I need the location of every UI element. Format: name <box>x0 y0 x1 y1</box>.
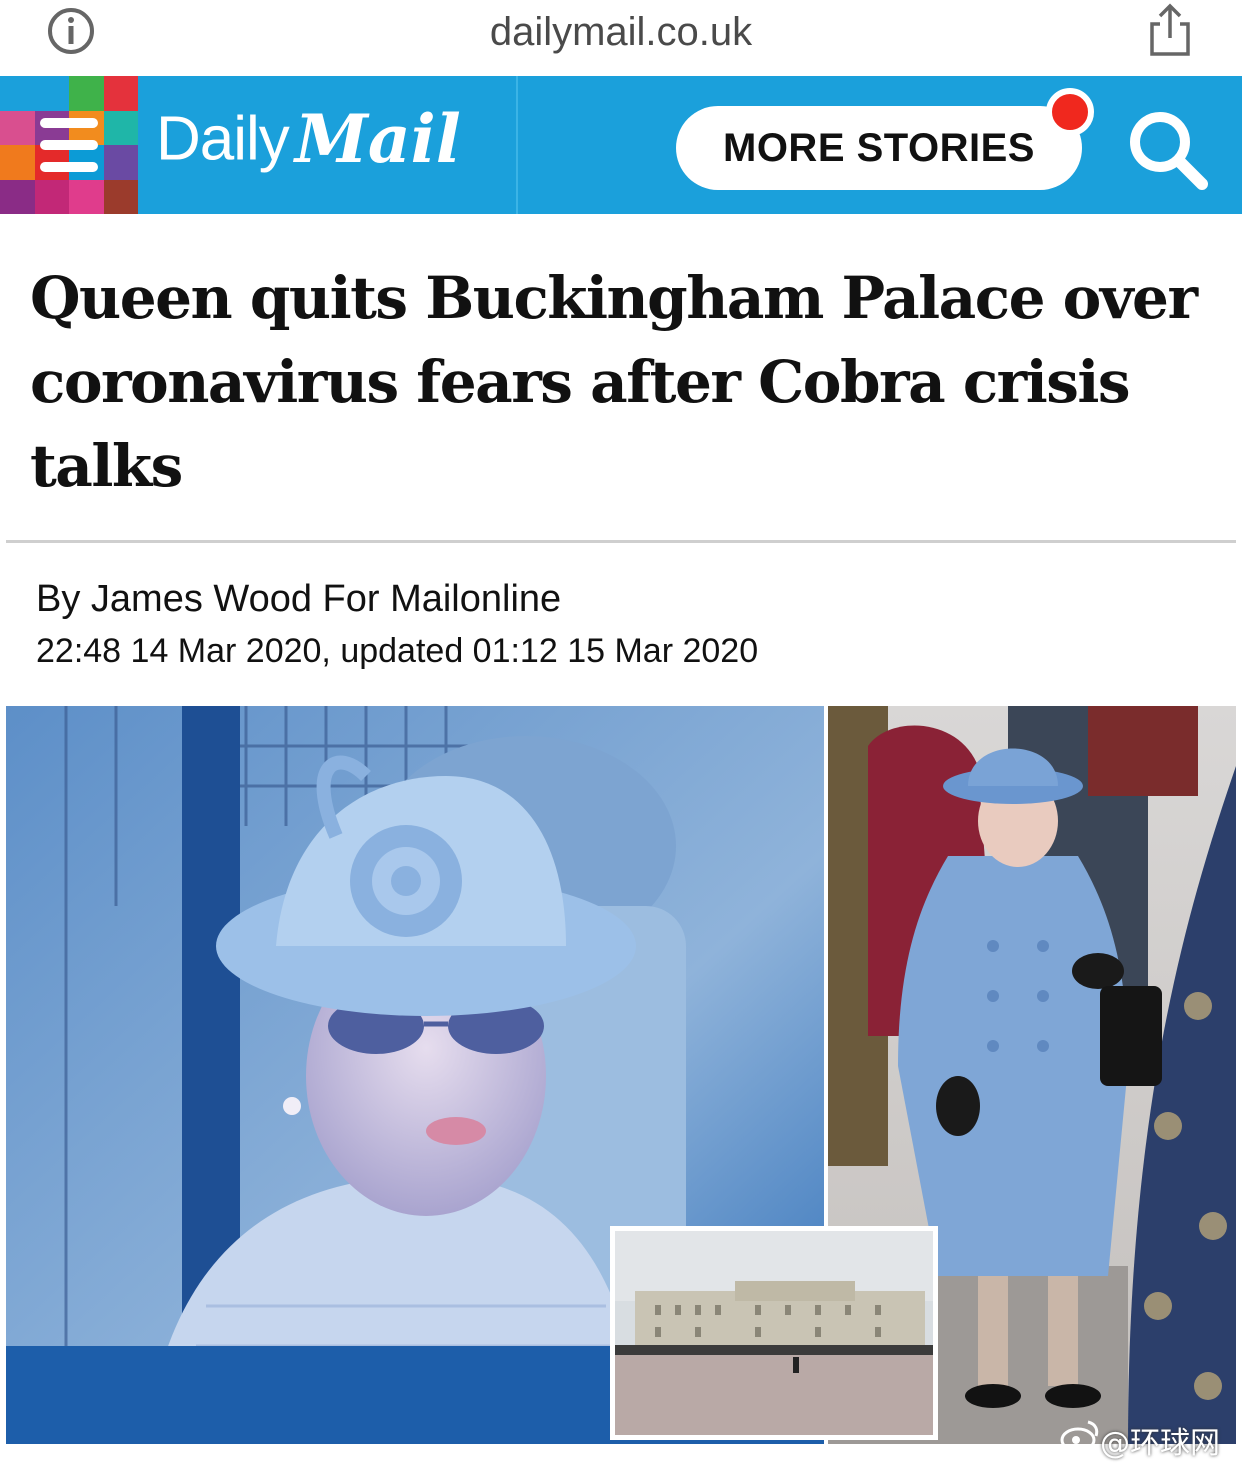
search-icon[interactable] <box>1124 106 1210 192</box>
logo-mail: Mail <box>294 100 461 178</box>
browser-address-bar: dailymail.co.uk <box>0 0 1242 77</box>
article-byline[interactable]: By James Wood For Mailonline <box>36 578 561 621</box>
hamburger-menu-icon[interactable] <box>36 114 102 176</box>
site-logo[interactable]: DailyMail <box>156 100 461 190</box>
url-text[interactable]: dailymail.co.uk <box>0 10 1242 55</box>
header-divider <box>516 76 518 214</box>
weibo-icon <box>1060 1420 1099 1453</box>
share-icon[interactable] <box>1146 2 1194 58</box>
divider <box>6 540 1236 543</box>
logo-daily: Daily <box>156 104 290 174</box>
source-watermark: @环球网 <box>1100 1426 1220 1461</box>
notification-dot <box>1046 88 1094 136</box>
site-header: DailyMail MORE STORIES <box>0 76 1242 214</box>
more-stories-button[interactable]: MORE STORIES <box>676 106 1082 190</box>
buckingham-palace-photo[interactable] <box>610 1226 938 1440</box>
article-dateline: 22:48 14 Mar 2020, updated 01:12 15 Mar … <box>36 632 759 670</box>
article-headline: Queen quits Buckingham Palace over coron… <box>30 264 1198 500</box>
